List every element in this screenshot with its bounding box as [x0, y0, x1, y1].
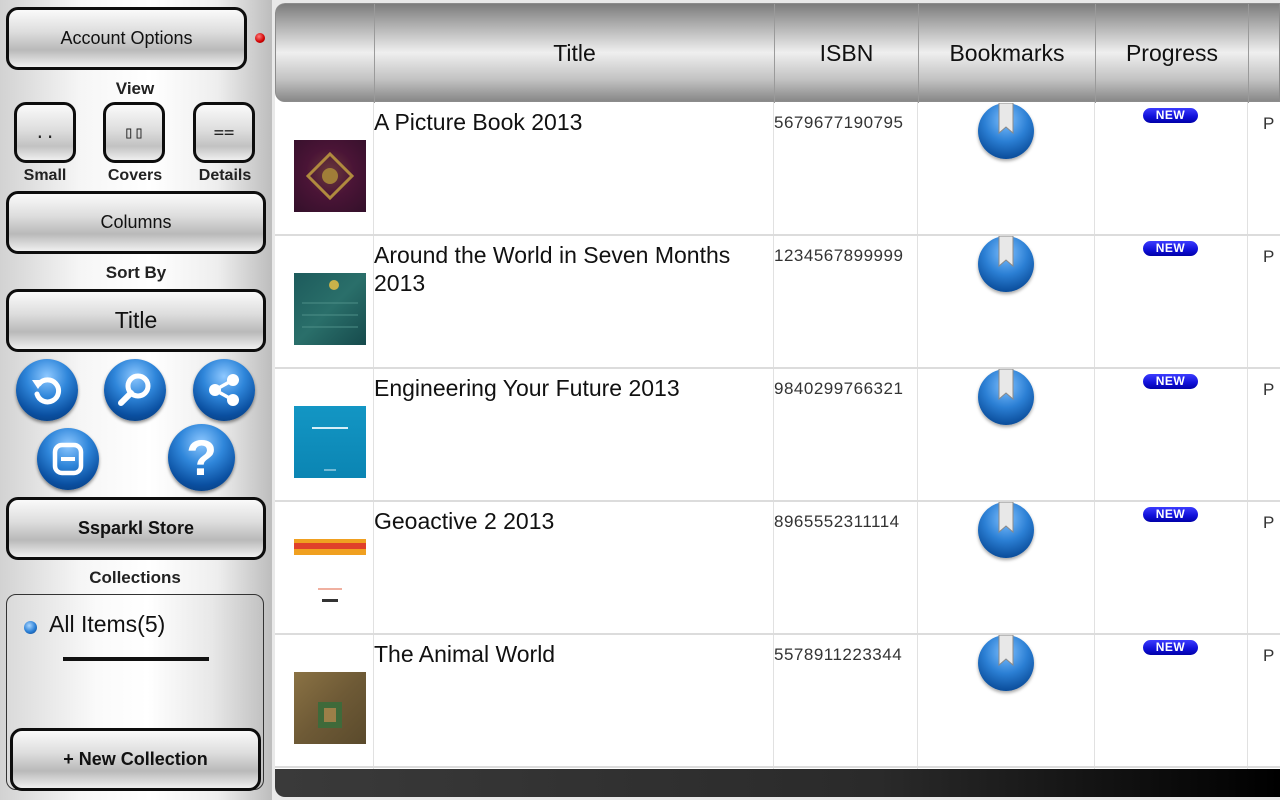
- header-isbn[interactable]: ISBN: [774, 4, 918, 103]
- book-isbn: 9840299766321: [774, 379, 904, 398]
- new-collection-button[interactable]: + New Collection: [10, 728, 261, 791]
- book-cover-image: [294, 273, 366, 345]
- truncated-cell: P: [1263, 114, 1275, 133]
- truncated-cell: P: [1263, 513, 1275, 532]
- bookmark-icon[interactable]: [978, 102, 1034, 159]
- cover-ornament: [294, 539, 366, 602]
- bookmark-ribbon: [998, 102, 1014, 135]
- book-cover-image: [294, 539, 366, 611]
- header-title[interactable]: Title: [374, 4, 774, 103]
- truncated-cell: P: [1263, 247, 1275, 266]
- book-isbn: 1234567899999: [774, 246, 904, 265]
- truncated-cell: P: [1263, 380, 1275, 399]
- bookmark-ribbon: [998, 235, 1014, 268]
- account-options-button[interactable]: Account Options: [6, 7, 247, 70]
- header-progress[interactable]: Progress: [1095, 4, 1248, 103]
- view-small-button[interactable]: ..: [14, 102, 76, 163]
- book-table: Title ISBN Bookmarks Progress A Picture …: [275, 3, 1280, 797]
- small-view-icon: ..: [34, 122, 56, 143]
- question-glyph: ?: [186, 429, 217, 486]
- notification-dot: [255, 33, 265, 43]
- refresh-glyph: [32, 377, 62, 405]
- details-view-icon: ==: [213, 122, 235, 143]
- bottom-bar: [275, 769, 1280, 797]
- view-details-label: Details: [198, 167, 252, 184]
- bookmark-ribbon: [998, 501, 1014, 534]
- sort-by-select[interactable]: Title: [6, 289, 266, 352]
- header-cover[interactable]: [276, 4, 375, 103]
- columns-label: Columns: [100, 212, 172, 232]
- bookmark-icon[interactable]: [978, 501, 1034, 558]
- collections-caption: Collections: [89, 568, 181, 587]
- table-row[interactable]: Engineering Your Future 2013 98402997663…: [275, 368, 1280, 502]
- cover-ornament: [302, 280, 358, 328]
- truncated-cell: P: [1263, 646, 1275, 665]
- collection-item-all[interactable]: All Items(5): [49, 611, 165, 638]
- bookmark-ribbon: [998, 368, 1014, 401]
- ssparkl-store-button[interactable]: Ssparkl Store: [6, 497, 266, 560]
- refresh-icon[interactable]: [16, 359, 78, 421]
- table-row[interactable]: A Picture Book 2013 5679677190795 NEW P: [275, 102, 1280, 236]
- covers-view-icon: ▯▯: [123, 122, 145, 143]
- new-badge: NEW: [1143, 374, 1198, 389]
- bookmark-ribbon: [998, 634, 1014, 667]
- book-title: Around the World in Seven Months 2013: [374, 242, 731, 296]
- view-covers-label: Covers: [107, 167, 163, 184]
- columns-button[interactable]: Columns: [6, 191, 266, 254]
- bookmark-icon[interactable]: [978, 634, 1034, 691]
- cover-ornament: [312, 427, 348, 471]
- view-caption: View: [115, 79, 155, 98]
- cover-ornament: [318, 702, 342, 728]
- sidebar: Account Options View .. ▯▯ == Small Cove…: [0, 0, 272, 800]
- view-details-button[interactable]: ==: [193, 102, 255, 163]
- header-bookmarks[interactable]: Bookmarks: [918, 4, 1095, 103]
- book-title: The Animal World: [374, 641, 556, 667]
- magnifier-glyph: [118, 373, 151, 406]
- sort-value: Title: [114, 307, 158, 333]
- new-badge: NEW: [1143, 640, 1198, 655]
- book-cover-image: [294, 140, 366, 212]
- book-title: A Picture Book 2013: [374, 109, 583, 135]
- book-cover-image: [294, 406, 366, 478]
- collection-underline: [63, 657, 209, 661]
- share-glyph: [209, 374, 239, 406]
- new-badge: NEW: [1143, 241, 1198, 256]
- table-header: Title ISBN Bookmarks Progress: [275, 3, 1280, 103]
- new-badge: NEW: [1143, 108, 1198, 123]
- book-title: Geoactive 2 2013: [374, 508, 555, 534]
- account-options-label: Account Options: [60, 28, 193, 48]
- help-icon[interactable]: ?: [168, 424, 235, 491]
- view-small-label: Small: [23, 167, 67, 184]
- bookmark-icon[interactable]: [978, 235, 1034, 292]
- book-isbn: 5578911223344: [774, 645, 903, 664]
- book-isbn: 5679677190795: [774, 113, 904, 132]
- table-row[interactable]: The Animal World 5578911223344 NEW P: [275, 634, 1280, 768]
- cover-ornament: [305, 151, 355, 201]
- share-icon[interactable]: [193, 359, 255, 421]
- book-title: Engineering Your Future 2013: [374, 375, 680, 401]
- blog-icon[interactable]: [37, 428, 99, 490]
- new-collection-label: + New Collection: [63, 749, 208, 769]
- book-isbn: 8965552311114: [774, 512, 900, 531]
- book-cover-image: [294, 672, 366, 744]
- table-row[interactable]: Around the World in Seven Months 2013 12…: [275, 235, 1280, 369]
- search-icon[interactable]: [104, 359, 166, 421]
- store-label: Ssparkl Store: [77, 518, 195, 538]
- sort-by-caption: Sort By: [105, 263, 167, 282]
- header-next-column[interactable]: [1248, 4, 1280, 103]
- new-badge: NEW: [1143, 507, 1198, 522]
- table-row[interactable]: Geoactive 2 2013 8965552311114 NEW P: [275, 501, 1280, 635]
- view-covers-button[interactable]: ▯▯: [103, 102, 165, 163]
- collection-bullet-icon: [24, 621, 37, 634]
- bookmark-icon[interactable]: [978, 368, 1034, 425]
- blog-glyph: [52, 442, 84, 476]
